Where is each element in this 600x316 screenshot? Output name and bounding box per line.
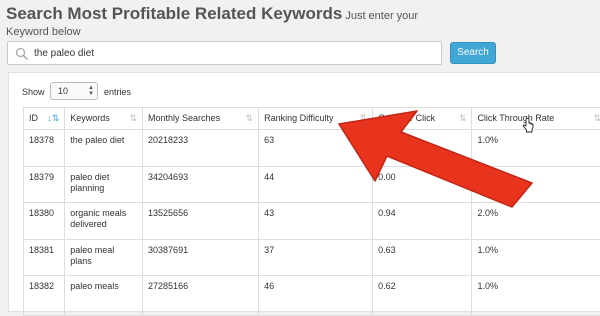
search-button[interactable]: Search xyxy=(450,42,496,64)
page-title-sub: Just enter your xyxy=(345,10,418,22)
results-panel: Show 10 ▲▼ entries ID ↓⇅ Keywords ⇅ Monthl… xyxy=(8,72,600,312)
sort-icon: ⇅ xyxy=(360,113,368,124)
cell-id: 18381 xyxy=(24,240,65,276)
cell-monthly-searches: 20218233 xyxy=(143,130,259,167)
cell-id: 18378 xyxy=(24,130,65,167)
sort-icon: ⇅ xyxy=(459,113,467,124)
cell-ranking-difficulty: 37 xyxy=(259,240,373,276)
column-label: Cost Per Click xyxy=(378,113,435,123)
sort-icon: ⇅ xyxy=(246,113,254,124)
page-title-main: Search Most Profitable Related Keywords xyxy=(6,4,342,23)
cell-click-through-rate: 1.0% xyxy=(472,240,600,276)
cell-cost-per-click: 0.00 xyxy=(373,167,472,203)
page-subtitle: Keyword below xyxy=(6,26,81,38)
cell-ranking-difficulty: 43 xyxy=(259,203,373,240)
sort-desc-icon: ↓⇅ xyxy=(47,113,59,124)
table-row[interactable]: 18378 the paleo diet 20218233 63 1.0% xyxy=(24,130,600,167)
cell-id: 18379 xyxy=(24,167,65,203)
sort-icon: ⇅ xyxy=(593,113,600,124)
cell-ranking-difficulty: 63 xyxy=(259,130,373,167)
cell-monthly-searches: 27285166 xyxy=(143,276,259,316)
table-header-row: ID ↓⇅ Keywords ⇅ Monthly Searches ⇅ Ranking… xyxy=(24,108,600,130)
entries-label: entries xyxy=(104,87,131,97)
cell-click-through-rate: 1.0% xyxy=(472,276,600,316)
entries-select[interactable]: 10 ▲▼ xyxy=(50,82,98,100)
column-header-monthly-searches[interactable]: Monthly Searches ⇅ xyxy=(143,108,259,130)
sort-icon: ⇅ xyxy=(129,113,137,124)
cell-keyword: paleo meal plans xyxy=(65,240,143,276)
select-arrows-icon: ▲▼ xyxy=(88,85,94,97)
column-header-click-through-rate[interactable]: Click Through Rate ⇅ xyxy=(472,108,600,130)
cell-ranking-difficulty: 46 xyxy=(259,276,373,316)
cell-cost-per-click: 0.62 xyxy=(373,276,472,316)
cell-click-through-rate: 2.0% xyxy=(472,203,600,240)
cell-cost-per-click: 0.94 xyxy=(373,203,472,240)
keywords-table: ID ↓⇅ Keywords ⇅ Monthly Searches ⇅ Ranking… xyxy=(23,107,600,316)
table-row[interactable]: 18382 paleo meals 27285166 46 0.62 1.0% xyxy=(24,276,600,316)
cell-keyword: paleo meals xyxy=(65,276,143,316)
page-title: Search Most Profitable Related KeywordsJ… xyxy=(6,4,418,24)
column-label: Click Through Rate xyxy=(477,113,554,123)
column-label: Ranking Difficulty xyxy=(264,113,333,123)
cell-keyword: the paleo diet xyxy=(65,130,143,167)
show-label: Show xyxy=(22,87,45,97)
entries-select-value: 10 xyxy=(58,86,68,96)
cell-id: 18380 xyxy=(24,203,65,240)
cell-monthly-searches: 34204693 xyxy=(143,167,259,203)
column-label: Keywords xyxy=(70,113,110,123)
cell-cost-per-click: 0.63 xyxy=(373,240,472,276)
cell-cost-per-click xyxy=(373,130,472,167)
table-row[interactable]: 18380 organic meals delivered 13525656 4… xyxy=(24,203,600,240)
column-label: Monthly Searches xyxy=(148,113,220,123)
cell-click-through-rate xyxy=(472,167,600,203)
cell-keyword: paleo diet planning xyxy=(65,167,143,203)
column-header-ranking-difficulty[interactable]: Ranking Difficulty ⇅ xyxy=(259,108,373,130)
cell-monthly-searches: 13525656 xyxy=(143,203,259,240)
table-row[interactable]: 18381 paleo meal plans 30387691 37 0.63 … xyxy=(24,240,600,276)
cell-monthly-searches: 30387691 xyxy=(143,240,259,276)
cell-click-through-rate: 1.0% xyxy=(472,130,600,167)
column-label: ID xyxy=(29,113,38,123)
table-row[interactable]: 18379 paleo diet planning 34204693 44 0.… xyxy=(24,167,600,203)
search-input[interactable] xyxy=(34,44,434,62)
column-header-id[interactable]: ID ↓⇅ xyxy=(24,108,65,130)
search-box[interactable] xyxy=(7,41,442,65)
header: Search Most Profitable Related KeywordsJ… xyxy=(0,0,600,70)
search-icon xyxy=(15,47,29,61)
mouse-pointer-icon xyxy=(522,118,534,138)
cell-id: 18382 xyxy=(24,276,65,316)
cell-keyword: organic meals delivered xyxy=(65,203,143,240)
cell-ranking-difficulty: 44 xyxy=(259,167,373,203)
column-header-cost-per-click[interactable]: Cost Per Click ⇅ xyxy=(373,108,472,130)
column-header-keywords[interactable]: Keywords ⇅ xyxy=(65,108,143,130)
